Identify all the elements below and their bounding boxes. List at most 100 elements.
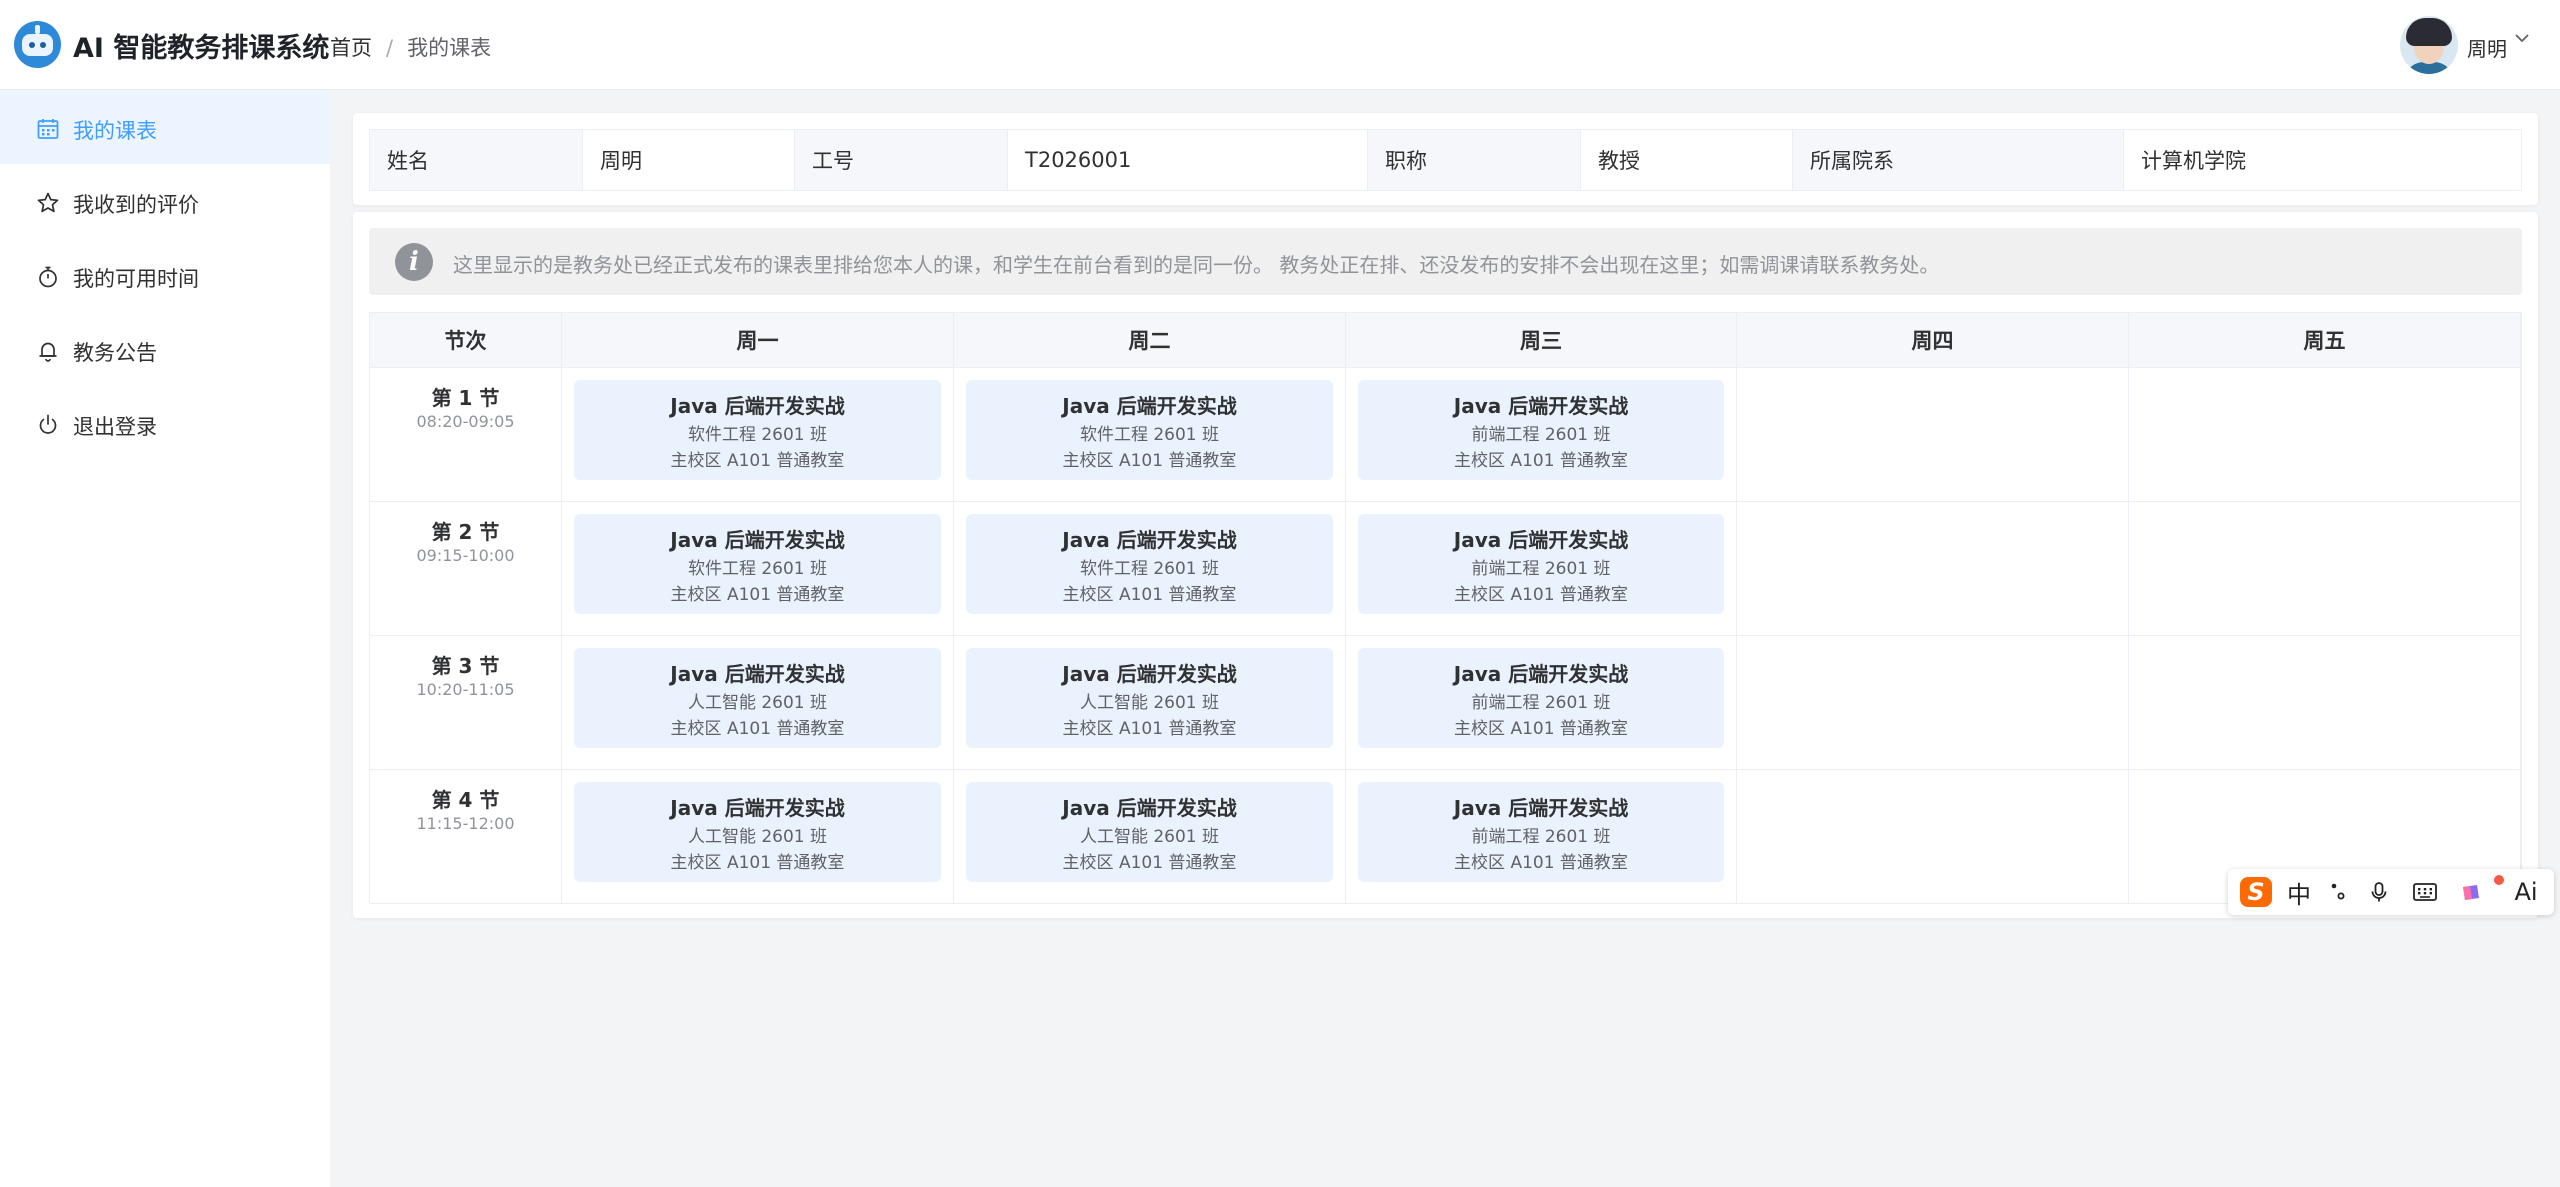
timetable-cell	[2129, 502, 2521, 636]
timetable-cell: Java 后端开发实战 软件工程 2601 班主校区 A101 普通教室	[954, 502, 1346, 636]
sidebar-item-label: 退出登录	[73, 415, 157, 439]
breadcrumb-current: 我的课表	[407, 36, 492, 60]
timetable-cell: Java 后端开发实战 人工智能 2601 班主校区 A101 普通教室	[562, 636, 954, 770]
course-card[interactable]: Java 后端开发实战 人工智能 2601 班主校区 A101 普通教室	[574, 648, 941, 748]
course-class: 软件工程 2601 班	[687, 425, 828, 445]
period-time: 08:20-09:05	[416, 412, 515, 431]
header-period: 节次	[370, 313, 562, 368]
job-title-value: 教授	[1581, 130, 1793, 190]
breadcrumb: 首页 / 我的课表	[330, 32, 491, 62]
sidebar-item-available-time[interactable]: 我的可用时间	[0, 239, 330, 312]
course-title: Java 后端开发实战	[1453, 796, 1629, 820]
course-room: 主校区 A101 普通教室	[1062, 719, 1237, 739]
course-card[interactable]: Java 后端开发实战 人工智能 2601 班主校区 A101 普通教室	[966, 648, 1333, 748]
course-room: 主校区 A101 普通教室	[670, 451, 845, 471]
course-card[interactable]: Java 后端开发实战人工智能 2601 班主校区 A101 普通教室	[966, 782, 1333, 882]
microphone-icon[interactable]	[2364, 877, 2394, 907]
timetable-cell: Java 后端开发实战人工智能 2601 班主校区 A101 普通教室	[954, 770, 1346, 904]
course-card[interactable]: Java 后端开发实战软件工程 2601 班主校区 A101 普通教室	[574, 380, 941, 480]
name-label: 姓名	[370, 130, 583, 190]
header-weekday: 周二	[954, 313, 1346, 368]
notification-dot	[2494, 875, 2504, 885]
breadcrumb-separator: /	[386, 36, 394, 60]
period-time: 10:20-11:05	[416, 680, 515, 699]
sidebar-item-my-schedule[interactable]: 我的课表	[0, 91, 330, 164]
timetable-cell	[1737, 636, 2129, 770]
course-title: Java 后端开发实战	[1062, 528, 1237, 552]
app-title: AI 智能教务排课系统	[73, 33, 330, 64]
course-card[interactable]: Java 后端开发实战 前端工程 2601 班主校区 A101 普通教室	[1358, 514, 1724, 614]
sidebar: 我的课表 我收到的评价 我的可用时间 教务公告 退出登录	[0, 91, 330, 1187]
course-title: Java 后端开发实战	[670, 394, 845, 418]
department-label: 所属院系	[1793, 130, 2124, 190]
user-name-dropdown[interactable]: 周明	[2467, 33, 2507, 62]
top-header: AI 智能教务排课系统 首页 / 我的课表 周明	[0, 0, 2560, 90]
ime-toolbar: S 中 Ai	[2228, 869, 2554, 915]
course-card[interactable]: Java 后端开发实战前端工程 2601 班主校区 A101 普通教室	[1358, 648, 1724, 748]
ime-mode-toggle[interactable]: 中	[2284, 877, 2314, 909]
timetable-cell	[1737, 770, 2129, 904]
sidebar-item-my-evaluations[interactable]: 我收到的评价	[0, 165, 330, 238]
sidebar-item-label: 我的可用时间	[73, 267, 199, 291]
sidebar-item-label: 我收到的评价	[73, 193, 199, 217]
course-card[interactable]: Java 后端开发实战 软件工程 2601 班主校区 A101 普通教室	[966, 514, 1333, 614]
sidebar-item-announcements[interactable]: 教务公告	[0, 313, 330, 386]
timetable-cell	[1737, 502, 2129, 636]
course-room: 主校区 A101 普通教室	[1062, 451, 1237, 471]
course-class: 软件工程 2601 班	[1079, 425, 1220, 445]
course-room: 主校区 A101 普通教室	[1062, 853, 1237, 873]
timetable-cell: Java 后端开发实战 前端工程 2601 班主校区 A101 普通教室	[1346, 770, 1737, 904]
period-name: 第 2 节	[431, 520, 500, 544]
course-title: Java 后端开发实战	[1453, 662, 1629, 686]
course-title: Java 后端开发实战	[1453, 528, 1629, 552]
calendar-icon	[37, 119, 59, 139]
course-card[interactable]: Java 后端开发实战前端工程 2601 班主校区 A101 普通教室	[1358, 380, 1724, 480]
user-avatar[interactable]	[2400, 16, 2458, 74]
schedule-card: i 这里显示的是教务处已经正式发布的课表里排给您本人的课，和学生在前台看到的是同…	[353, 212, 2538, 918]
period-cell: 第 3 节 10:20-11:05	[370, 636, 562, 770]
course-title: Java 后端开发实战	[1062, 796, 1237, 820]
course-class: 人工智能 2601 班	[1079, 693, 1220, 713]
course-card[interactable]: Java 后端开发实战 前端工程 2601 班主校区 A101 普通教室	[1358, 782, 1724, 882]
chevron-down-icon[interactable]	[2512, 28, 2532, 48]
keyboard-icon[interactable]	[2410, 877, 2440, 907]
course-class: 前端工程 2601 班	[1471, 425, 1611, 445]
skin-icon[interactable]	[2456, 877, 2486, 907]
course-class: 人工智能 2601 班	[687, 693, 828, 713]
sidebar-item-label: 我的课表	[73, 119, 157, 143]
course-class: 前端工程 2601 班	[1471, 693, 1611, 713]
sidebar-item-label: 教务公告	[73, 341, 157, 365]
department-value: 计算机学院	[2124, 130, 2521, 190]
period-cell: 第 2 节 09:15-10:00	[370, 502, 562, 636]
course-title: Java 后端开发实战	[1453, 394, 1629, 418]
period-time: 09:15-10:00	[416, 546, 515, 565]
sidebar-item-logout[interactable]: 退出登录	[0, 387, 330, 460]
sogou-logo-icon[interactable]: S	[2240, 877, 2272, 907]
staff-id-label: 工号	[795, 130, 1008, 190]
course-class: 人工智能 2601 班	[1079, 827, 1220, 847]
timetable-cell: Java 后端开发实战 人工智能 2601 班主校区 A101 普通教室	[562, 770, 954, 904]
header-weekday: 周三	[1346, 313, 1737, 368]
name-value: 周明	[583, 130, 795, 190]
teacher-info-card: 姓名 周明 工号 T2026001 职称 教授 所属院系 计算机学院	[353, 113, 2538, 205]
period-name: 第 1 节	[431, 386, 500, 410]
info-notice: i 这里显示的是教务处已经正式发布的课表里排给您本人的课，和学生在前台看到的是同…	[369, 228, 2522, 295]
ai-assistant-icon[interactable]: Ai	[2511, 877, 2541, 907]
course-room: 主校区 A101 普通教室	[670, 585, 845, 605]
course-title: Java 后端开发实战	[670, 528, 845, 552]
teacher-info-table: 姓名 周明 工号 T2026001 职称 教授 所属院系 计算机学院	[369, 129, 2522, 191]
course-card[interactable]: Java 后端开发实战 人工智能 2601 班主校区 A101 普通教室	[574, 782, 941, 882]
course-card[interactable]: Java 后端开发实战 软件工程 2601 班主校区 A101 普通教室	[574, 514, 941, 614]
course-title: Java 后端开发实战	[1062, 394, 1237, 418]
timetable-cell	[2129, 636, 2521, 770]
notice-text: 这里显示的是教务处已经正式发布的课表里排给您本人的课，和学生在前台看到的是同一份…	[453, 253, 1940, 277]
course-room: 主校区 A101 普通教室	[1454, 451, 1628, 471]
job-title-label: 职称	[1368, 130, 1581, 190]
breadcrumb-home-link[interactable]: 首页	[330, 36, 372, 60]
course-class: 前端工程 2601 班	[1471, 559, 1611, 579]
course-room: 主校区 A101 普通教室	[1454, 719, 1628, 739]
course-room: 主校区 A101 普通教室	[1062, 585, 1237, 605]
course-card[interactable]: Java 后端开发实战软件工程 2601 班主校区 A101 普通教室	[966, 380, 1333, 480]
period-time: 11:15-12:00	[416, 814, 515, 833]
punctuation-icon[interactable]	[2324, 877, 2354, 907]
